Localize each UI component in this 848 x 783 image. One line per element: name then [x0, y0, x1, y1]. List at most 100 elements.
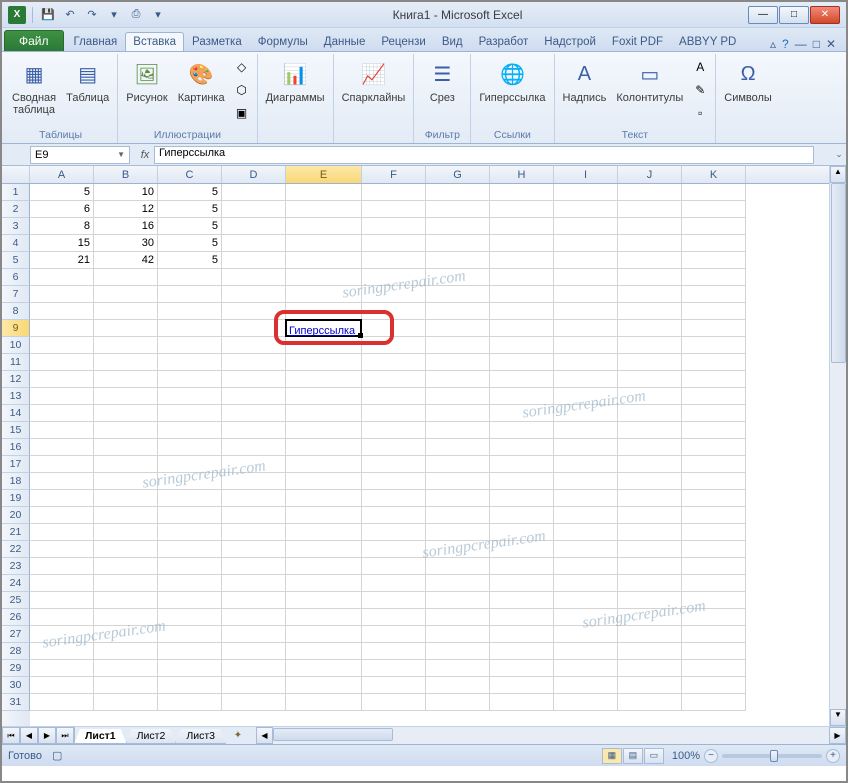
- cell-C8[interactable]: [158, 303, 222, 320]
- row-header-12[interactable]: 12: [2, 371, 30, 388]
- tab-надстрой[interactable]: Надстрой: [536, 32, 604, 51]
- cell-B13[interactable]: [94, 388, 158, 405]
- cell-D1[interactable]: [222, 184, 286, 201]
- cell-F15[interactable]: [362, 422, 426, 439]
- cell-F21[interactable]: [362, 524, 426, 541]
- cell-J8[interactable]: [618, 303, 682, 320]
- cell-K20[interactable]: [682, 507, 746, 524]
- cell-A11[interactable]: [30, 354, 94, 371]
- row-header-18[interactable]: 18: [2, 473, 30, 490]
- cell-C18[interactable]: [158, 473, 222, 490]
- select-all-corner[interactable]: [2, 166, 30, 183]
- scroll-right-button[interactable]: ▶: [829, 727, 846, 744]
- cell-A24[interactable]: [30, 575, 94, 592]
- cell-K13[interactable]: [682, 388, 746, 405]
- cell-A23[interactable]: [30, 558, 94, 575]
- cell-I2[interactable]: [554, 201, 618, 218]
- cell-F29[interactable]: [362, 660, 426, 677]
- row-header-14[interactable]: 14: [2, 405, 30, 422]
- cell-E20[interactable]: [286, 507, 362, 524]
- cell-B29[interactable]: [94, 660, 158, 677]
- cell-G8[interactable]: [426, 303, 490, 320]
- cell-B20[interactable]: [94, 507, 158, 524]
- row-header-19[interactable]: 19: [2, 490, 30, 507]
- row-header-21[interactable]: 21: [2, 524, 30, 541]
- cell-J30[interactable]: [618, 677, 682, 694]
- cell-E1[interactable]: [286, 184, 362, 201]
- cell-F10[interactable]: [362, 337, 426, 354]
- cell-G9[interactable]: [426, 320, 490, 337]
- cell-A19[interactable]: [30, 490, 94, 507]
- cell-F9[interactable]: [362, 320, 426, 337]
- cell-B24[interactable]: [94, 575, 158, 592]
- cell-B26[interactable]: [94, 609, 158, 626]
- cell-J22[interactable]: [618, 541, 682, 558]
- col-header-B[interactable]: B: [94, 166, 158, 183]
- cell-G28[interactable]: [426, 643, 490, 660]
- formula-input[interactable]: Гиперссылка: [154, 146, 814, 164]
- headerfooter-button[interactable]: ▭ Колонтитулы: [612, 56, 687, 106]
- cell-A4[interactable]: 15: [30, 235, 94, 252]
- cell-B14[interactable]: [94, 405, 158, 422]
- row-header-29[interactable]: 29: [2, 660, 30, 677]
- cell-J24[interactable]: [618, 575, 682, 592]
- cell-C5[interactable]: 5: [158, 252, 222, 269]
- cell-I13[interactable]: [554, 388, 618, 405]
- sheet-nav-first[interactable]: ⏮: [2, 727, 20, 744]
- cell-B12[interactable]: [94, 371, 158, 388]
- cell-F30[interactable]: [362, 677, 426, 694]
- cell-J7[interactable]: [618, 286, 682, 303]
- tab-разметка[interactable]: Разметка: [184, 32, 250, 51]
- cell-E5[interactable]: [286, 252, 362, 269]
- cell-D5[interactable]: [222, 252, 286, 269]
- cell-D18[interactable]: [222, 473, 286, 490]
- cell-D17[interactable]: [222, 456, 286, 473]
- cell-J13[interactable]: [618, 388, 682, 405]
- cell-J9[interactable]: [618, 320, 682, 337]
- cell-A16[interactable]: [30, 439, 94, 456]
- col-header-K[interactable]: K: [682, 166, 746, 183]
- tab-разработ[interactable]: Разработ: [471, 32, 537, 51]
- cell-I24[interactable]: [554, 575, 618, 592]
- cell-H29[interactable]: [490, 660, 554, 677]
- cell-H4[interactable]: [490, 235, 554, 252]
- cell-D14[interactable]: [222, 405, 286, 422]
- cell-A21[interactable]: [30, 524, 94, 541]
- cell-H13[interactable]: [490, 388, 554, 405]
- cell-G3[interactable]: [426, 218, 490, 235]
- cell-E22[interactable]: [286, 541, 362, 558]
- cell-J27[interactable]: [618, 626, 682, 643]
- expand-formula-button[interactable]: ⌄: [832, 149, 846, 160]
- cell-D10[interactable]: [222, 337, 286, 354]
- object-button[interactable]: ▫: [689, 102, 711, 124]
- cell-G31[interactable]: [426, 694, 490, 711]
- cell-J28[interactable]: [618, 643, 682, 660]
- cell-K15[interactable]: [682, 422, 746, 439]
- cell-C20[interactable]: [158, 507, 222, 524]
- picture-button[interactable]: 🖼 Рисунок: [122, 56, 172, 106]
- cell-K3[interactable]: [682, 218, 746, 235]
- cell-C15[interactable]: [158, 422, 222, 439]
- row-header-31[interactable]: 31: [2, 694, 30, 711]
- row-header-4[interactable]: 4: [2, 235, 30, 252]
- cell-I9[interactable]: [554, 320, 618, 337]
- cell-C28[interactable]: [158, 643, 222, 660]
- cell-H27[interactable]: [490, 626, 554, 643]
- cell-F28[interactable]: [362, 643, 426, 660]
- row-header-7[interactable]: 7: [2, 286, 30, 303]
- row-header-16[interactable]: 16: [2, 439, 30, 456]
- cell-K19[interactable]: [682, 490, 746, 507]
- cell-J25[interactable]: [618, 592, 682, 609]
- cell-J21[interactable]: [618, 524, 682, 541]
- cell-D13[interactable]: [222, 388, 286, 405]
- row-header-25[interactable]: 25: [2, 592, 30, 609]
- cell-B6[interactable]: [94, 269, 158, 286]
- cell-A27[interactable]: [30, 626, 94, 643]
- cell-D15[interactable]: [222, 422, 286, 439]
- cell-G30[interactable]: [426, 677, 490, 694]
- cell-H23[interactable]: [490, 558, 554, 575]
- cell-I6[interactable]: [554, 269, 618, 286]
- cell-I26[interactable]: [554, 609, 618, 626]
- cell-B9[interactable]: [94, 320, 158, 337]
- cell-C6[interactable]: [158, 269, 222, 286]
